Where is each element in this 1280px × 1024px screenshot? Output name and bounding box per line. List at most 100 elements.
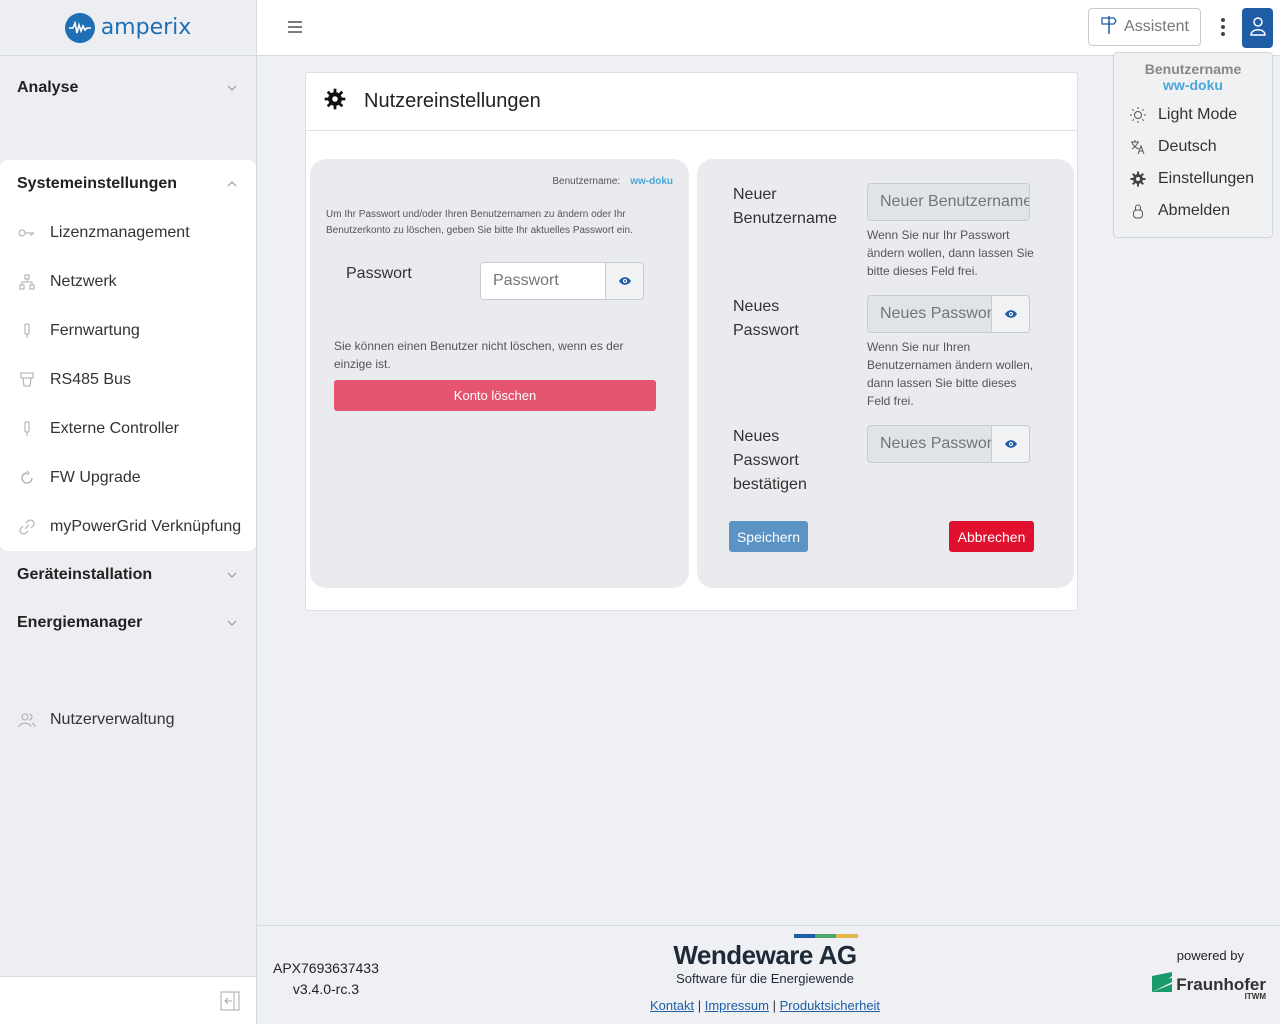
dropdown-username-label: Benutzername [1144, 61, 1242, 77]
logo-text: amperix [100, 15, 192, 40]
connector-icon [18, 371, 36, 389]
lock-icon [1130, 203, 1146, 219]
sidebar-item-fw-upgrade[interactable]: FW Upgrade [0, 453, 256, 502]
confirm-password-input-group [867, 425, 1030, 463]
password-input-group [480, 262, 644, 300]
brand-stripe [794, 934, 858, 938]
version: v3.4.0-rc.3 [292, 981, 359, 997]
new-username-input-group [867, 183, 1030, 221]
username-value: ww-doku [630, 176, 673, 187]
username-display: Benutzername: ww-doku [552, 176, 673, 187]
sidebar-item-label: RS485 Bus [50, 370, 131, 388]
nav-section-gerateinstallation[interactable]: Geräteinstallation [0, 551, 256, 599]
confirm-password-label: Neues Passwort bestätigen [733, 428, 807, 493]
sidebar-item-mypowergrid[interactable]: myPowerGrid Verknüpfung [0, 502, 256, 551]
new-password-input[interactable] [868, 296, 991, 332]
refresh-icon [18, 469, 36, 487]
collapse-sidebar-icon[interactable] [220, 991, 240, 1011]
brand-subtitle: Software für die Energiewende [676, 971, 854, 986]
network-icon [18, 273, 36, 291]
menu-item-settings[interactable]: Einstellungen [1114, 163, 1272, 195]
contact-link[interactable]: Kontakt [650, 998, 694, 1013]
fraunhofer-logo: Fraunhofer ITWM [1152, 972, 1266, 1001]
menu-item-light-mode[interactable]: Light Mode [1114, 99, 1272, 131]
sidebar-item-label: Externe Controller [50, 419, 179, 437]
password-help-text: Um Ihr Passwort und/oder Ihren Benutzern… [326, 209, 633, 236]
device-info: APX7693637433 v3.4.0-rc.3 [273, 958, 379, 1000]
imprint-link[interactable]: Impressum [705, 998, 769, 1013]
page-title: Nutzereinstellungen [364, 90, 541, 112]
user-icon [1249, 16, 1267, 41]
sidebar-item-lizenzmanagement[interactable]: Lizenzmanagement [0, 208, 256, 257]
menu-item-label: Einstellungen [1158, 170, 1255, 187]
amperix-logo-icon [64, 12, 95, 43]
card-header: Nutzereinstellungen [306, 73, 1077, 131]
user-menu-button[interactable] [1242, 8, 1273, 48]
menu-item-label: Abmelden [1158, 202, 1231, 219]
key-icon [18, 224, 36, 242]
product-safety-link[interactable]: Produktsicherheit [780, 998, 880, 1013]
new-username-input[interactable] [868, 184, 1029, 220]
footer: APX7693637433 v3.4.0-rc.3 Wendeware AG S… [257, 925, 1280, 1024]
menu-item-logout[interactable]: Abmelden [1114, 195, 1272, 227]
sidebar-item-label: Fernwartung [50, 321, 140, 339]
nav-section-systemeinstellungen[interactable]: Systemeinstellungen [0, 160, 256, 208]
nav-section-energiemanager[interactable]: Energiemanager [0, 599, 256, 647]
assistant-label: Assistent [1124, 18, 1189, 35]
new-password-label: Neues Passwort [733, 298, 799, 339]
serial-number: APX7693637433 [273, 960, 379, 976]
powered-by-label: powered by [1176, 948, 1244, 963]
new-username-hint: Wenn Sie nur Ihr Passwort ändern wollen,… [867, 228, 1034, 278]
gear-icon [324, 88, 346, 115]
eye-icon[interactable] [605, 263, 643, 299]
chevron-down-icon [227, 620, 237, 626]
sun-icon [1130, 107, 1146, 123]
fraunhofer-mark-icon [1152, 972, 1173, 997]
menu-item-language[interactable]: Deutsch [1114, 131, 1272, 163]
brand-name: Wendeware AG [673, 940, 857, 970]
chevron-up-icon [227, 181, 237, 187]
menu-item-label: Light Mode [1158, 106, 1238, 123]
new-password-hint: Wenn Sie nur Ihren Benutzernamen ändern … [867, 340, 1034, 408]
save-button[interactable]: Speichern [729, 521, 808, 552]
menu-item-label: Deutsch [1158, 138, 1217, 155]
sidebar-item-externe-controller[interactable]: Externe Controller [0, 404, 256, 453]
wendeware-logo: Wendeware AG Software für die Energiewen… [670, 934, 860, 986]
plug-icon [18, 420, 36, 438]
sidebar-item-rs485-bus[interactable]: RS485 Bus [0, 355, 256, 404]
more-options-icon[interactable] [1219, 16, 1227, 38]
plug-icon [18, 322, 36, 340]
topbar: Assistent [257, 0, 1280, 56]
nav-section-label: Systemeinstellungen [17, 175, 178, 192]
eye-icon[interactable] [991, 296, 1029, 332]
translate-icon [1130, 139, 1146, 155]
sidebar-item-label: myPowerGrid Verknüpfung [50, 517, 242, 535]
sidebar-item-label: Netzwerk [50, 272, 117, 290]
nav-section-analyse[interactable]: Analyse [0, 64, 256, 112]
sidebar-item-label: Lizenzmanagement [50, 223, 190, 241]
app-logo[interactable]: amperix [0, 0, 256, 56]
user-settings-card: Nutzereinstellungen Benutzername: ww-dok… [305, 72, 1078, 611]
change-credentials-panel: Neuer Benutzername Wenn Sie nur Ihr Pass… [697, 159, 1074, 588]
chevron-down-icon [227, 572, 237, 578]
current-password-panel: Benutzername: ww-doku Um Ihr Passwort un… [310, 159, 689, 588]
password-input[interactable] [481, 263, 605, 299]
sidebar-item-fernwartung[interactable]: Fernwartung [0, 306, 256, 355]
sidebar-item-label: Nutzerverwaltung [50, 710, 175, 728]
delete-note: Sie können einen Benutzer nicht löschen,… [334, 339, 624, 371]
assistant-button[interactable]: Assistent [1088, 8, 1201, 46]
systemeinstellungen-group: Systemeinstellungen Lizenzmanagement Net… [0, 160, 256, 551]
sidebar-item-netzwerk[interactable]: Netzwerk [0, 257, 256, 306]
eye-icon[interactable] [991, 426, 1029, 462]
delete-account-button[interactable]: Konto löschen [334, 380, 656, 411]
password-label: Passwort [346, 265, 412, 282]
new-password-input-group [867, 295, 1030, 333]
sidebar-item-label: FW Upgrade [50, 468, 141, 486]
user-dropdown-menu: Benutzername ww-doku Light Mode Deutsch … [1113, 52, 1273, 238]
confirm-password-input[interactable] [868, 426, 991, 462]
cancel-button[interactable]: Abbrechen [949, 521, 1034, 552]
chevron-down-icon [227, 85, 237, 91]
hamburger-menu-icon[interactable] [287, 19, 303, 35]
sidebar-footer [0, 976, 256, 1024]
sidebar-item-nutzerverwaltung[interactable]: Nutzerverwaltung [0, 695, 256, 744]
